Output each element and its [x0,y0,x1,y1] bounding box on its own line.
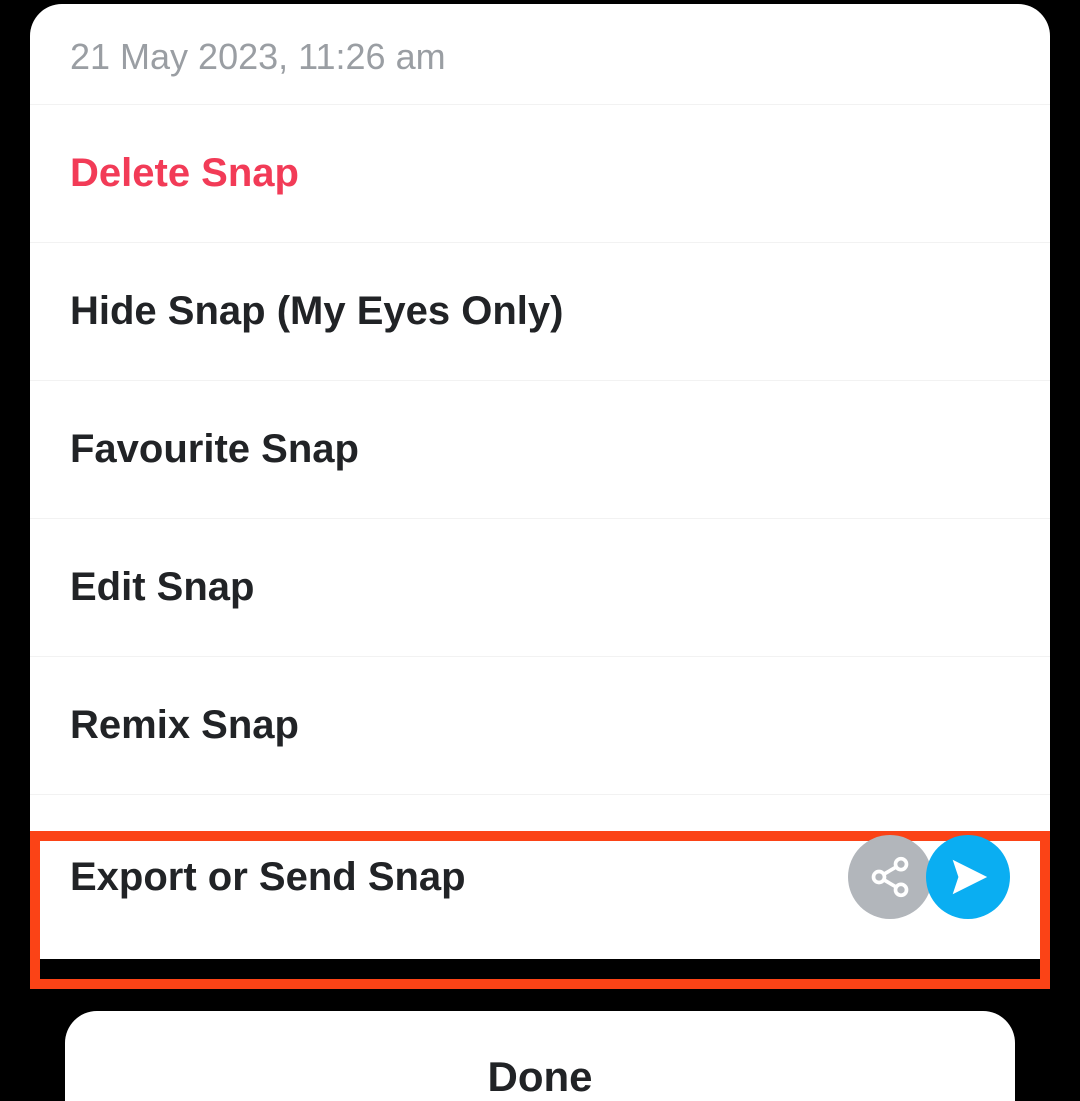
share-icon[interactable] [848,835,932,919]
send-icon[interactable] [926,835,1010,919]
done-button-label: Done [65,1053,1015,1101]
export-send-snap-label: Export or Send Snap [70,855,466,900]
hide-snap-label: Hide Snap (My Eyes Only) [70,289,563,334]
edit-snap-button[interactable]: Edit Snap [30,519,1050,657]
export-send-icons [848,835,1010,919]
export-send-snap-button[interactable]: Export or Send Snap [30,795,1050,959]
remix-snap-label: Remix Snap [70,703,299,748]
remix-snap-button[interactable]: Remix Snap [30,657,1050,795]
delete-snap-label: Delete Snap [70,151,299,196]
action-sheet: 21 May 2023, 11:26 am Delete Snap Hide S… [30,4,1050,959]
edit-snap-label: Edit Snap [70,565,254,610]
delete-snap-button[interactable]: Delete Snap [30,105,1050,243]
snap-timestamp: 21 May 2023, 11:26 am [30,4,1050,105]
hide-snap-button[interactable]: Hide Snap (My Eyes Only) [30,243,1050,381]
done-sheet[interactable]: Done [65,1011,1015,1101]
favourite-snap-label: Favourite Snap [70,427,359,472]
favourite-snap-button[interactable]: Favourite Snap [30,381,1050,519]
